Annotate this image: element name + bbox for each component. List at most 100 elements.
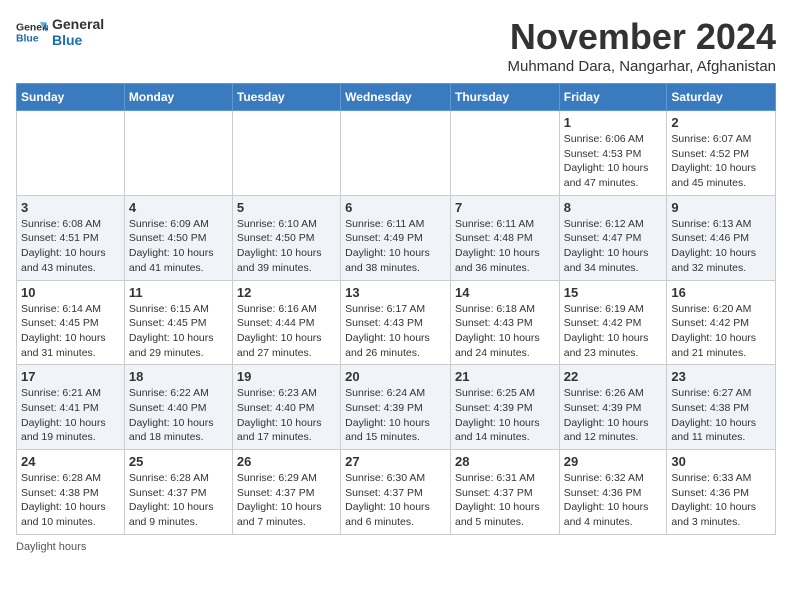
day-number: 23 <box>671 369 771 384</box>
logo-line1: General <box>52 16 104 32</box>
calendar-week-2: 3Sunrise: 6:08 AM Sunset: 4:51 PM Daylig… <box>17 195 776 280</box>
calendar-cell: 6 Sunrise: 6:11 AM Sunset: 4:49 PM Daylig… <box>341 195 451 280</box>
day-info: Sunrise: 6:12 AM Sunset: 4:47 PM Dayligh… <box>564 217 663 276</box>
day-info: Sunrise: 6:25 AM Sunset: 4:39 PM Dayligh… <box>455 386 555 445</box>
day-info: Sunrise: 6:20 AM Sunset: 4:42 PM Dayligh… <box>671 302 771 361</box>
calendar-cell: 30 Sunrise: 6:33 AM Sunset: 4:36 PM Dayli… <box>667 450 776 535</box>
calendar-cell: 22 Sunrise: 6:26 AM Sunset: 4:39 PM Dayli… <box>559 365 667 450</box>
day-number: 15 <box>564 285 663 300</box>
day-info: Sunrise: 6:22 AM Sunset: 4:40 PM Dayligh… <box>129 386 228 445</box>
month-year: November 2024 <box>508 16 777 58</box>
calendar-cell: 17Sunrise: 6:21 AM Sunset: 4:41 PM Dayli… <box>17 365 125 450</box>
day-number: 6 <box>345 200 446 215</box>
calendar-cell: 19 Sunrise: 6:23 AM Sunset: 4:40 PM Dayli… <box>232 365 340 450</box>
day-number: 1 <box>564 115 663 130</box>
page-header: General Blue General Blue November 2024 … <box>16 16 776 75</box>
day-info: Sunrise: 6:26 AM Sunset: 4:39 PM Dayligh… <box>564 386 663 445</box>
day-number: 22 <box>564 369 663 384</box>
title-block: November 2024 Muhmand Dara, Nangarhar, A… <box>508 16 777 75</box>
calendar-cell <box>124 111 232 196</box>
day-number: 18 <box>129 369 228 384</box>
calendar-cell <box>450 111 559 196</box>
calendar-cell: 13Sunrise: 6:17 AM Sunset: 4:43 PM Dayli… <box>341 280 451 365</box>
calendar-cell: 1 Sunrise: 6:06 AM Sunset: 4:53 PM Daylig… <box>559 111 667 196</box>
day-info: Sunrise: 6:28 AM Sunset: 4:38 PM Dayligh… <box>21 471 120 530</box>
day-header-friday: Friday <box>559 84 667 111</box>
calendar-cell: 26Sunrise: 6:29 AM Sunset: 4:37 PM Dayli… <box>232 450 340 535</box>
day-info: Sunrise: 6:09 AM Sunset: 4:50 PM Dayligh… <box>129 217 228 276</box>
footer-note: Daylight hours <box>16 541 776 553</box>
day-number: 2 <box>671 115 771 130</box>
calendar-cell: 5 Sunrise: 6:10 AM Sunset: 4:50 PM Daylig… <box>232 195 340 280</box>
day-number: 4 <box>129 200 228 215</box>
day-info: Sunrise: 6:06 AM Sunset: 4:53 PM Dayligh… <box>564 132 663 191</box>
calendar-week-3: 10 Sunrise: 6:14 AM Sunset: 4:45 PM Dayli… <box>17 280 776 365</box>
day-header-monday: Monday <box>124 84 232 111</box>
day-info: Sunrise: 6:23 AM Sunset: 4:40 PM Dayligh… <box>237 386 336 445</box>
day-info: Sunrise: 6:27 AM Sunset: 4:38 PM Dayligh… <box>671 386 771 445</box>
day-number: 16 <box>671 285 771 300</box>
day-number: 29 <box>564 454 663 469</box>
day-info: Sunrise: 6:11 AM Sunset: 4:49 PM Dayligh… <box>345 217 446 276</box>
calendar-cell: 2 Sunrise: 6:07 AM Sunset: 4:52 PM Daylig… <box>667 111 776 196</box>
day-number: 12 <box>237 285 336 300</box>
day-number: 20 <box>345 369 446 384</box>
day-number: 19 <box>237 369 336 384</box>
calendar-cell: 3Sunrise: 6:08 AM Sunset: 4:51 PM Daylig… <box>17 195 125 280</box>
calendar-cell: 29 Sunrise: 6:32 AM Sunset: 4:36 PM Dayli… <box>559 450 667 535</box>
day-info: Sunrise: 6:24 AM Sunset: 4:39 PM Dayligh… <box>345 386 446 445</box>
day-header-tuesday: Tuesday <box>232 84 340 111</box>
day-info: Sunrise: 6:13 AM Sunset: 4:46 PM Dayligh… <box>671 217 771 276</box>
day-number: 10 <box>21 285 120 300</box>
calendar-cell <box>17 111 125 196</box>
calendar-cell: 23 Sunrise: 6:27 AM Sunset: 4:38 PM Dayli… <box>667 365 776 450</box>
day-info: Sunrise: 6:32 AM Sunset: 4:36 PM Dayligh… <box>564 471 663 530</box>
day-number: 5 <box>237 200 336 215</box>
calendar-cell: 7Sunrise: 6:11 AM Sunset: 4:48 PM Daylig… <box>450 195 559 280</box>
calendar-cell: 4 Sunrise: 6:09 AM Sunset: 4:50 PM Daylig… <box>124 195 232 280</box>
calendar-cell: 14 Sunrise: 6:18 AM Sunset: 4:43 PM Dayli… <box>450 280 559 365</box>
calendar-cell: 16 Sunrise: 6:20 AM Sunset: 4:42 PM Dayli… <box>667 280 776 365</box>
day-header-wednesday: Wednesday <box>341 84 451 111</box>
day-number: 26 <box>237 454 336 469</box>
day-info: Sunrise: 6:11 AM Sunset: 4:48 PM Dayligh… <box>455 217 555 276</box>
calendar-cell: 15 Sunrise: 6:19 AM Sunset: 4:42 PM Dayli… <box>559 280 667 365</box>
logo: General Blue General Blue <box>16 16 104 48</box>
day-number: 24 <box>21 454 120 469</box>
calendar-week-4: 17Sunrise: 6:21 AM Sunset: 4:41 PM Dayli… <box>17 365 776 450</box>
day-number: 3 <box>21 200 120 215</box>
calendar-week-1: 1 Sunrise: 6:06 AM Sunset: 4:53 PM Daylig… <box>17 111 776 196</box>
calendar-cell: 27 Sunrise: 6:30 AM Sunset: 4:37 PM Dayli… <box>341 450 451 535</box>
day-number: 17 <box>21 369 120 384</box>
calendar-cell <box>341 111 451 196</box>
logo-icon: General Blue <box>16 16 48 48</box>
calendar-cell: 12 Sunrise: 6:16 AM Sunset: 4:44 PM Dayli… <box>232 280 340 365</box>
calendar-header-row: SundayMondayTuesdayWednesdayThursdayFrid… <box>17 84 776 111</box>
calendar-cell <box>232 111 340 196</box>
day-info: Sunrise: 6:07 AM Sunset: 4:52 PM Dayligh… <box>671 132 771 191</box>
calendar-cell: 8Sunrise: 6:12 AM Sunset: 4:47 PM Daylig… <box>559 195 667 280</box>
day-number: 14 <box>455 285 555 300</box>
day-info: Sunrise: 6:18 AM Sunset: 4:43 PM Dayligh… <box>455 302 555 361</box>
calendar-cell: 20 Sunrise: 6:24 AM Sunset: 4:39 PM Dayli… <box>341 365 451 450</box>
day-number: 9 <box>671 200 771 215</box>
day-header-thursday: Thursday <box>450 84 559 111</box>
day-info: Sunrise: 6:16 AM Sunset: 4:44 PM Dayligh… <box>237 302 336 361</box>
calendar-cell: 11 Sunrise: 6:15 AM Sunset: 4:45 PM Dayli… <box>124 280 232 365</box>
calendar-table: SundayMondayTuesdayWednesdayThursdayFrid… <box>16 83 776 535</box>
day-number: 30 <box>671 454 771 469</box>
day-info: Sunrise: 6:19 AM Sunset: 4:42 PM Dayligh… <box>564 302 663 361</box>
day-info: Sunrise: 6:15 AM Sunset: 4:45 PM Dayligh… <box>129 302 228 361</box>
day-info: Sunrise: 6:33 AM Sunset: 4:36 PM Dayligh… <box>671 471 771 530</box>
calendar-cell: 18 Sunrise: 6:22 AM Sunset: 4:40 PM Dayli… <box>124 365 232 450</box>
calendar-cell: 25Sunrise: 6:28 AM Sunset: 4:37 PM Dayli… <box>124 450 232 535</box>
day-number: 27 <box>345 454 446 469</box>
day-info: Sunrise: 6:30 AM Sunset: 4:37 PM Dayligh… <box>345 471 446 530</box>
day-info: Sunrise: 6:14 AM Sunset: 4:45 PM Dayligh… <box>21 302 120 361</box>
day-number: 13 <box>345 285 446 300</box>
day-header-saturday: Saturday <box>667 84 776 111</box>
day-info: Sunrise: 6:10 AM Sunset: 4:50 PM Dayligh… <box>237 217 336 276</box>
day-number: 28 <box>455 454 555 469</box>
day-number: 11 <box>129 285 228 300</box>
logo-line2: Blue <box>52 32 104 48</box>
